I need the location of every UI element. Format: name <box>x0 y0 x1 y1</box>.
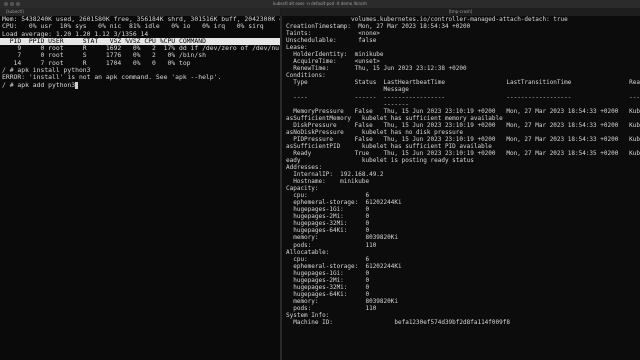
terminal-line: eady kubelet is posting ready status <box>286 156 474 164</box>
tab-right-pane[interactable]: [tmp-crash] <box>281 8 640 16</box>
terminal-line: ephemeral-storage: 61202244Ki <box>286 262 402 270</box>
tab-left-pane[interactable]: [kubectl] <box>0 8 280 16</box>
terminal-line: Type Status LastHeartbeatTime LastTransi… <box>286 79 640 87</box>
terminal-line: RenewTime: Thu, 15 Jun 2023 23:12:38 +02… <box>286 65 467 73</box>
terminal-line: Ready True Thu, 15 Jun 2023 23:10:19 +02… <box>286 149 640 157</box>
terminal-line: Machine ID: befa1230ef574d39bf2d8fa114f0… <box>286 319 510 327</box>
terminal-line: Addresses: <box>286 163 323 171</box>
terminal-prompt-line[interactable]: / # apk add python3 <box>0 80 280 89</box>
terminal-line: Taints: <none> <box>286 30 380 38</box>
tab-bar: [kubectl] [tmp-crash] <box>0 8 640 16</box>
terminal-line: System Info: <box>286 311 330 319</box>
terminal-line: asSufficientMemory kubelet has sufficien… <box>286 114 503 122</box>
terminal-line: hugepages-2Mi: 0 <box>286 276 370 284</box>
terminal-line: AcquireTime: <unset> <box>286 58 380 66</box>
terminal-line: cpu: 6 <box>286 192 370 200</box>
text-cursor <box>75 81 79 89</box>
terminal-line: memory: 8039820Ki <box>286 297 398 305</box>
terminal-line: pods: 110 <box>286 304 377 312</box>
terminal-line: pods: 110 <box>286 241 377 249</box>
terminal-line: Hostname: minikube <box>286 178 370 186</box>
terminal-line: Conditions: <box>286 72 326 80</box>
terminal-line: ---- ------ ----------------- ----------… <box>286 93 640 101</box>
terminal-line: memory: 8039820Ki <box>286 234 398 242</box>
terminal-line: InternalIP: 192.168.49.2 <box>286 171 384 179</box>
terminal-line: hugepages-32Mi: 0 <box>286 283 370 291</box>
terminal-line: Capacity: <box>286 185 319 193</box>
terminal-line: hugepages-32Mi: 0 <box>286 220 370 228</box>
terminal-line: Message <box>286 86 409 94</box>
terminal-line: hugepages-2Mi: 0 <box>286 213 370 221</box>
window-title: kubectl alt exec -n default-pod -it demo… <box>273 1 367 6</box>
right-terminal-pane[interactable]: volumes.kubernetes.io/controller-managed… <box>282 16 640 360</box>
terminal-line: Unschedulable: false <box>286 37 377 45</box>
left-terminal-pane[interactable]: Mem: 5438240K used, 2601580K free, 35618… <box>0 16 280 360</box>
terminal-line: hugepages-1Gi: 0 <box>286 206 370 214</box>
terminal-line: hugepages-1Gi: 0 <box>286 269 370 277</box>
terminal-line: hugepages-64Ki: 0 <box>286 290 370 298</box>
terminal-line: CreationTimestamp: Mon, 27 Mar 2023 18:5… <box>286 23 471 31</box>
terminal-line: ephemeral-storage: 61202244Ki <box>286 199 402 207</box>
terminal-line: MemoryPressure False Thu, 15 Jun 2023 23… <box>286 107 640 115</box>
terminal-line: PIDPressure False Thu, 15 Jun 2023 23:10… <box>286 135 640 143</box>
terminal-line: volumes.kubernetes.io/controller-managed… <box>286 16 568 23</box>
terminal-line: asNoDiskPressure kubelet has no disk pre… <box>286 128 464 136</box>
terminal-line: Allocatable: <box>286 248 330 256</box>
terminal-line: asSufficientPID kubelet has sufficient P… <box>286 142 492 150</box>
terminal-line: ------- <box>286 100 409 108</box>
terminal-line: Lease: <box>286 44 308 52</box>
terminal-line: DiskPressure False Thu, 15 Jun 2023 23:1… <box>286 121 640 129</box>
terminal-line: HolderIdentity: minikube <box>286 51 384 59</box>
terminal-line: cpu: 6 <box>286 255 370 263</box>
terminal-line: hugepages-64Ki: 0 <box>286 227 370 235</box>
prompt-text: / # apk add python3 <box>2 80 76 89</box>
